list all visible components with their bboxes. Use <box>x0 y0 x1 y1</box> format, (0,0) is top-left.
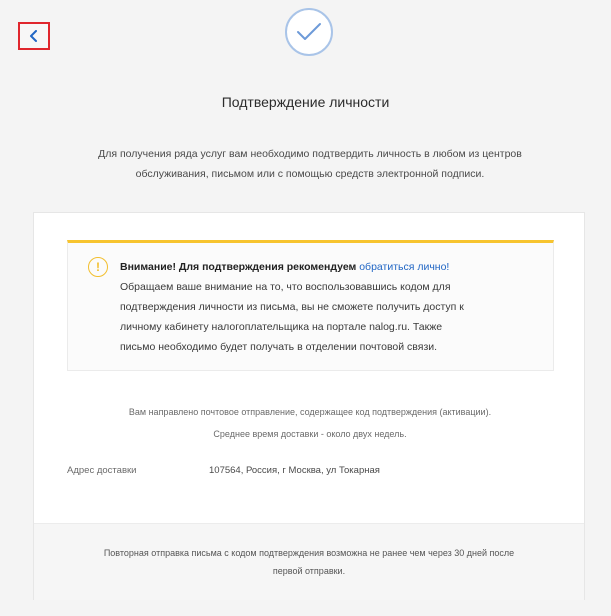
resend-line-1: Повторная отправка письма с кодом подтве… <box>103 548 515 558</box>
intro-text: Для получения ряда услуг вам необходимо … <box>60 144 560 184</box>
warning-line-1: Обращаем ваше внимание на то, что воспол… <box>120 281 451 293</box>
status-check-badge <box>285 8 333 56</box>
resend-note: Повторная отправка письма с кодом подтве… <box>59 544 559 580</box>
warning-headline: Внимание! Для подтверждения рекомендуем … <box>120 257 540 277</box>
verification-card: ! Внимание! Для подтверждения рекомендуе… <box>33 212 585 600</box>
page: Подтверждение личности Для получения ряд… <box>0 0 611 616</box>
intro-line-1: Для получения ряда услуг вам необходимо … <box>98 148 522 160</box>
warning-line-3: личному кабинету налогоплательщика на по… <box>120 321 443 333</box>
warning-line-2: подтверждения личности из письма, вы не … <box>120 301 464 313</box>
warning-text: Внимание! Для подтверждения рекомендуем … <box>120 257 540 357</box>
resend-footer: Повторная отправка письма с кодом подтве… <box>34 523 584 600</box>
resend-line-2: первой отправки. <box>272 566 346 576</box>
chevron-left-icon <box>30 30 37 42</box>
delivery-address-value: 107564, Россия, г Москва, ул Токарная <box>209 465 380 476</box>
mail-notice: Вам направлено почтовое отправление, сод… <box>34 401 586 445</box>
page-title: Подтверждение личности <box>221 94 390 110</box>
back-button[interactable] <box>18 22 50 50</box>
exclamation-icon: ! <box>88 257 108 277</box>
warning-box: ! Внимание! Для подтверждения рекомендуе… <box>67 240 554 371</box>
warning-bold-text: Внимание! Для подтверждения рекомендуем <box>120 261 357 273</box>
checkmark-icon <box>297 23 321 40</box>
notice-line-1: Вам направлено почтовое отправление, сод… <box>128 407 492 417</box>
notice-line-2: Среднее время доставки - около двух неде… <box>213 429 407 439</box>
visit-in-person-link[interactable]: обратиться лично! <box>359 261 449 273</box>
warning-line-4: письмо необходимо будет получать в отдел… <box>120 341 438 353</box>
intro-line-2: обслуживания, письмом или с помощью сред… <box>135 168 485 180</box>
delivery-address-label: Адрес доставки <box>67 465 137 476</box>
